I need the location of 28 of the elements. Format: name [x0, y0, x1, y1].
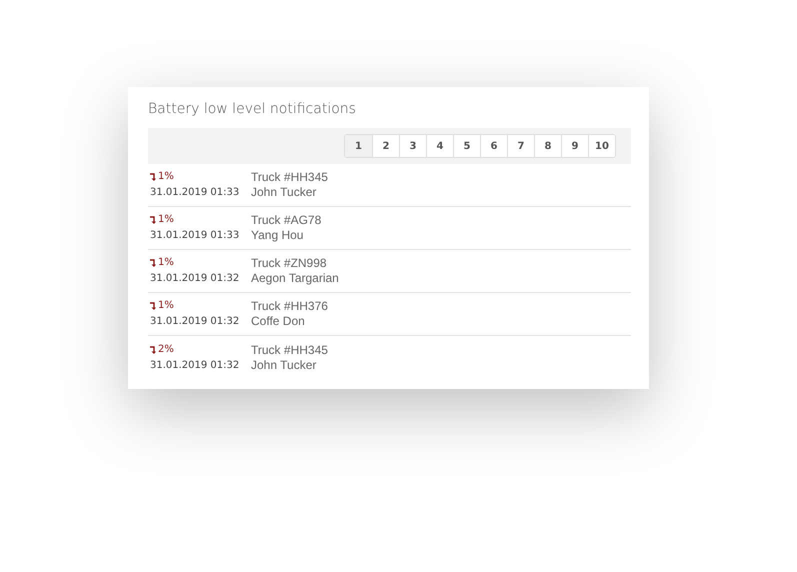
down-arrow-icon [150, 259, 156, 267]
page-button[interactable]: 1 [345, 135, 372, 157]
battery-level: 2% [158, 342, 174, 356]
driver-name: Yang Hou [251, 228, 304, 243]
vehicle-name: Truck #HH345 [251, 342, 328, 358]
timestamp: 31.01.2019 01:33 [150, 186, 240, 200]
timestamp: 31.01.2019 01:33 [150, 229, 240, 243]
driver-name: John Tucker [251, 185, 318, 200]
timestamp: 31.01.2019 01:32 [150, 315, 240, 329]
timestamp: 31.01.2019 01:32 [150, 272, 240, 286]
down-arrow-icon [150, 346, 156, 354]
driver-name: Coffe Don [251, 314, 306, 329]
vehicle-name: Truck #HH376 [251, 299, 328, 314]
battery-level: 1% [158, 256, 174, 270]
card-title: Battery low level notifications [148, 100, 357, 119]
driver-name: John Tucker [251, 358, 318, 372]
down-arrow-icon [150, 302, 156, 310]
page-button[interactable]: 10 [588, 135, 615, 157]
battery-level: 1% [158, 299, 174, 313]
timestamp: 31.01.2019 01:32 [150, 358, 240, 372]
vehicle-name: Truck #AG78 [251, 213, 322, 228]
battery-level: 1% [158, 170, 174, 184]
down-arrow-icon [150, 173, 156, 181]
down-arrow-icon [150, 216, 156, 224]
vehicle-name: Truck #ZN998 [251, 256, 328, 271]
driver-name: Aegon Targarian [251, 271, 339, 286]
battery-level: 1% [158, 213, 174, 227]
vehicle-name: Truck #HH345 [251, 170, 328, 185]
